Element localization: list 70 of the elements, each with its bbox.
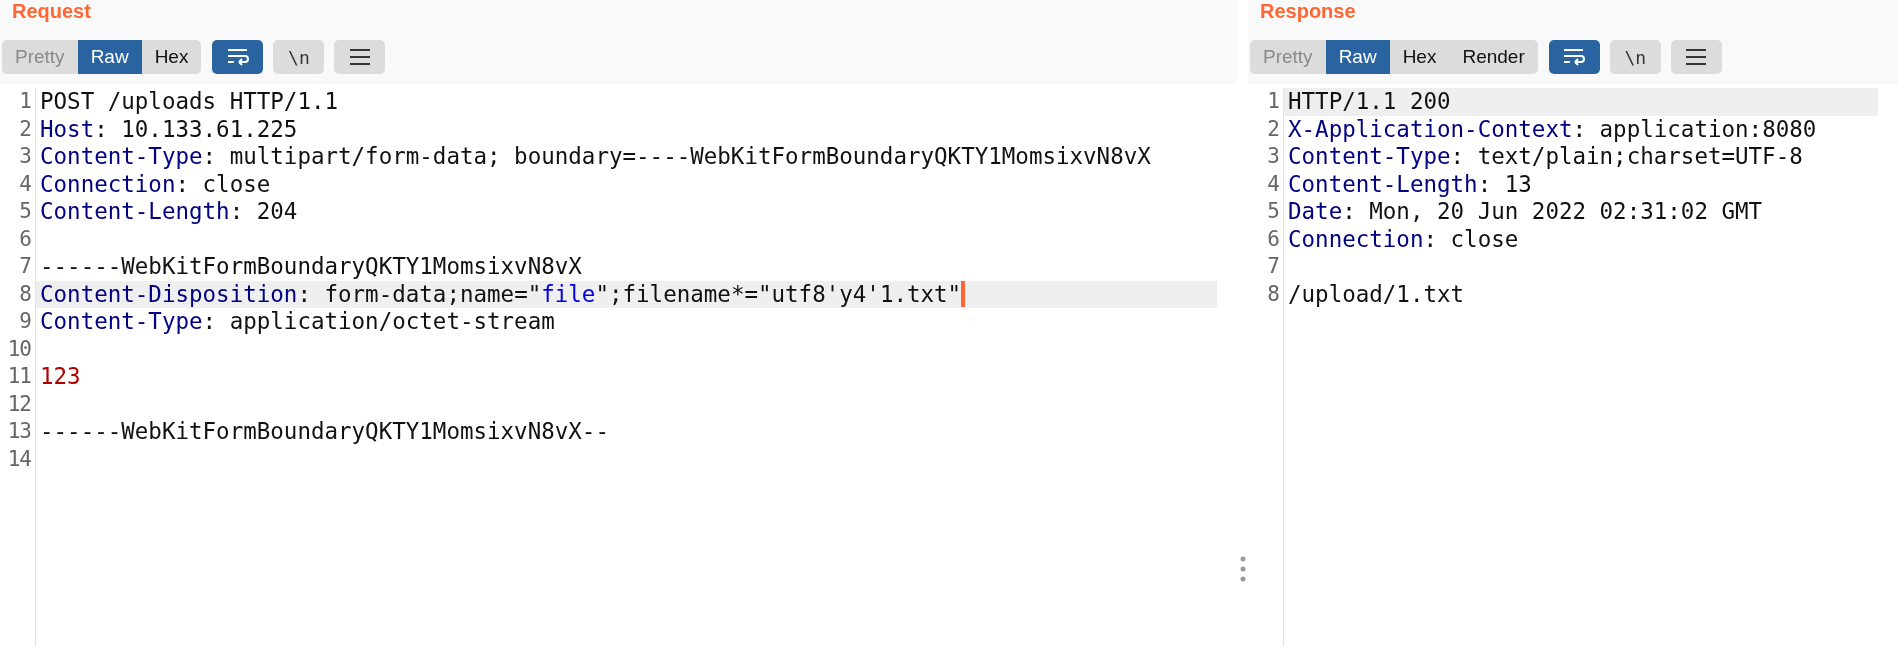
code-text: Connection (1288, 225, 1424, 253)
code-text: : form-data;name=" (297, 280, 542, 308)
line-number: 8 (1266, 280, 1280, 308)
code-text: Content-Type (1288, 143, 1451, 171)
line-number: 4 (1266, 170, 1280, 198)
code-text: Content-Disposition (40, 280, 298, 308)
code-text: ------WebKitFormBoundaryQKTY1MomsixvN8vX (40, 253, 582, 281)
line-number: 14 (6, 445, 32, 473)
line-number: 4 (18, 170, 32, 198)
code-text: Content-Length (1288, 170, 1478, 198)
code-text: Connection (40, 170, 176, 198)
line-number: 11 (6, 363, 32, 390)
line-number: 2 (1266, 115, 1280, 143)
line-number: 6 (18, 225, 32, 253)
menu-button[interactable] (1670, 40, 1722, 74)
line-number: 6 (1266, 225, 1280, 253)
wrap-icon (225, 47, 250, 67)
line-number: 13 (6, 418, 32, 445)
code-text: Host (40, 115, 95, 143)
line-number: 3 (18, 143, 32, 170)
code-text: Content-Type (40, 143, 203, 171)
line-number: 10 (6, 335, 32, 363)
menu-button[interactable] (334, 40, 386, 74)
code-text: : close (175, 170, 271, 198)
code-text: : 13 (1477, 170, 1532, 198)
line-number: 1 (18, 88, 32, 115)
newline-button[interactable]: \n (273, 40, 325, 74)
code-text: POST /uploads HTTP/1.1 (40, 88, 338, 116)
code-text: : application/octet-stream (202, 308, 555, 336)
code-text: : multipart/form-data; boundary=----WebKitFormBoundaryQKTY1MomsixvN8vX (202, 143, 1151, 171)
line-number: 2 (18, 115, 32, 143)
code-text: Content-Length (40, 198, 230, 226)
view-tab[interactable]: Hex (1389, 40, 1450, 74)
code-text: file (541, 280, 596, 308)
code-text: Date (1288, 198, 1343, 226)
code-text: : 10.133.61.225 (94, 115, 298, 143)
line-number: 7 (18, 253, 32, 280)
view-tab[interactable]: Hex (141, 40, 202, 74)
wrap-icon (1562, 47, 1587, 67)
code-text: ";filename*="utf8'y4'1.txt" (595, 280, 962, 308)
line-number: 5 (18, 198, 32, 225)
code-text: : application:8080 (1572, 115, 1817, 143)
code-text: ------WebKitFormBoundaryQKTY1MomsixvN8vX-- (40, 418, 609, 446)
code-text: HTTP/1.1 200 (1288, 88, 1451, 116)
code-text: 123 (40, 363, 81, 391)
pane-title: Request (11, 0, 91, 22)
line-number: 1 (1266, 88, 1280, 115)
code-text: Content-Type (40, 308, 203, 336)
code-text: : 204 (229, 198, 298, 226)
code-text: /upload/1.txt (1288, 280, 1465, 308)
wrap-button[interactable] (1548, 40, 1600, 74)
line-number: 3 (1266, 143, 1280, 170)
code-text: : Mon, 20 Jun 2022 02:31:02 GMT (1342, 198, 1763, 226)
view-tab[interactable]: Raw (77, 40, 142, 74)
line-number: 12 (6, 390, 32, 418)
line-number: 9 (18, 308, 32, 335)
view-tab[interactable]: Render (1449, 40, 1538, 74)
code-text: : close (1423, 225, 1519, 253)
line-number: 7 (1266, 253, 1280, 280)
line-number: 8 (18, 280, 32, 308)
pane-title: Response (1259, 0, 1356, 22)
view-tab[interactable]: Raw (1325, 40, 1390, 74)
menu-icon (1685, 48, 1708, 66)
code-text: : text/plain;charset=UTF-8 (1450, 143, 1803, 171)
code-text: X-Application-Context (1288, 115, 1573, 143)
menu-icon (348, 48, 371, 66)
newline-button[interactable]: \n (1609, 40, 1661, 74)
drag-handle-icon[interactable] (1239, 556, 1246, 582)
wrap-button[interactable] (212, 40, 264, 74)
line-number: 5 (1266, 198, 1280, 225)
